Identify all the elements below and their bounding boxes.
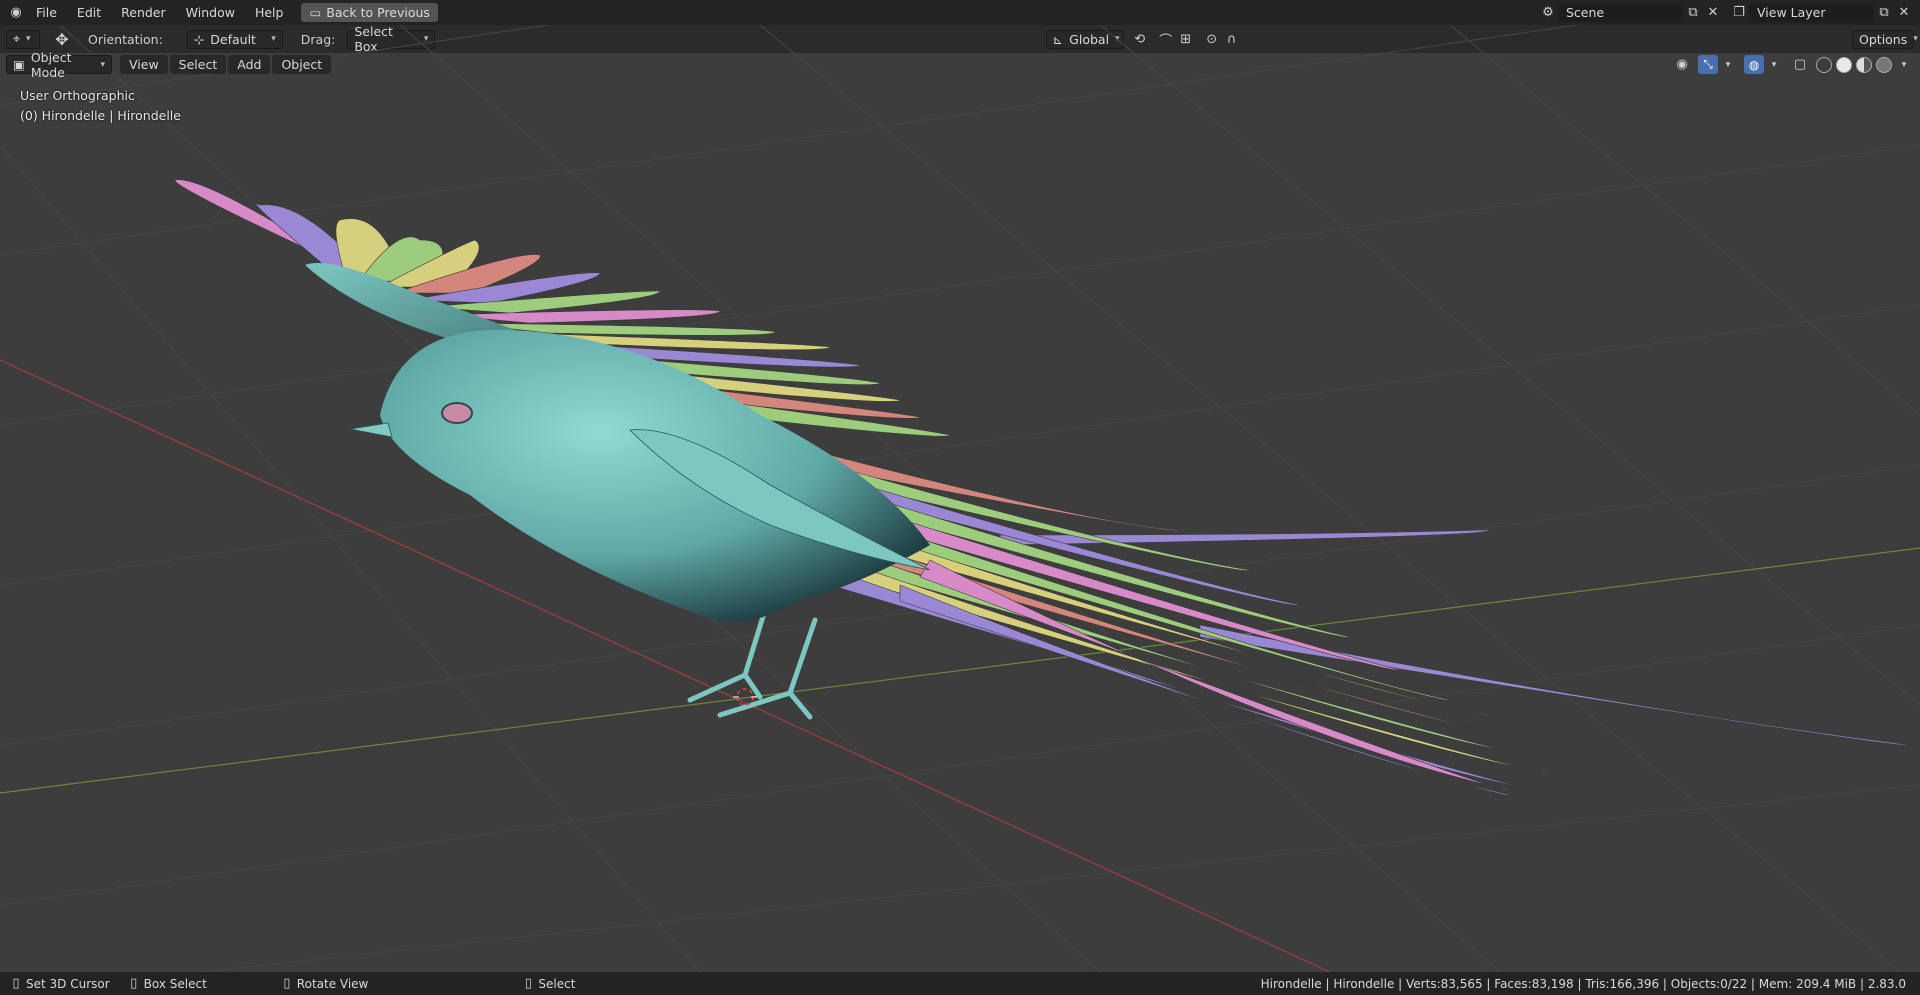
menu-help[interactable]: Help bbox=[245, 0, 294, 25]
solid-shading-icon[interactable] bbox=[1836, 56, 1852, 73]
visibility-eye-icon[interactable]: ◉ bbox=[1672, 55, 1692, 74]
top-menu-bar: ◉ File Edit Render Window Help ▭ Back to… bbox=[0, 0, 1920, 25]
status-rotate-action: Rotate View bbox=[296, 976, 369, 991]
back-to-previous-button[interactable]: ▭ Back to Previous bbox=[301, 3, 438, 22]
status-bar: ▯ Set 3D Cursor ▯ Box Select ▯ Rotate Vi… bbox=[0, 972, 1920, 995]
new-scene-icon[interactable]: ⧉ bbox=[1683, 3, 1703, 22]
view-name-label: User Orthographic bbox=[20, 88, 135, 103]
menu-render[interactable]: Render bbox=[111, 0, 176, 25]
menu-window[interactable]: Window bbox=[176, 0, 245, 25]
scene-selector-icon[interactable]: ⚙ bbox=[1538, 3, 1558, 22]
status-right-action: Select bbox=[538, 976, 576, 991]
gizmo-dropdown-icon[interactable]: ▾ bbox=[1718, 55, 1738, 74]
mode-dropdown[interactable]: ▣ Object Mode ▾ bbox=[6, 50, 112, 80]
blender-logo-icon[interactable]: ◉ bbox=[6, 3, 26, 22]
viewport-menu-view[interactable]: View bbox=[120, 55, 168, 74]
menu-edit[interactable]: Edit bbox=[67, 0, 111, 25]
viewport-menu-object[interactable]: Object bbox=[272, 55, 332, 74]
overlays-toggle-icon[interactable]: ◍ bbox=[1744, 55, 1764, 74]
right-mouse-icon: ▯ bbox=[524, 976, 532, 991]
gizmo-toggle-icon[interactable]: ⤡ bbox=[1698, 55, 1718, 74]
viewport-info-overlay: User Orthographic (0) Hirondelle | Hiron… bbox=[20, 86, 181, 126]
viewport-menu-add[interactable]: Add bbox=[228, 55, 271, 74]
viewport-header: ▣ Object Mode ▾ View Select Add Object ◉ … bbox=[0, 50, 1920, 80]
object-mode-icon: ▣ bbox=[13, 57, 25, 72]
status-left-action: Set 3D Cursor bbox=[26, 976, 110, 991]
bird-body bbox=[380, 329, 930, 623]
shading-dropdown-icon[interactable]: ▾ bbox=[1894, 55, 1914, 74]
wireframe-shading-icon[interactable] bbox=[1816, 56, 1832, 73]
screen-icon: ▭ bbox=[309, 5, 322, 20]
menu-file[interactable]: File bbox=[26, 0, 67, 25]
view-layer-name-field[interactable]: View Layer bbox=[1749, 3, 1874, 22]
scene-statistics: Hirondelle | Hirondelle | Verts:83,565 |… bbox=[1260, 976, 1906, 991]
bird-eye bbox=[441, 402, 473, 424]
material-preview-shading-icon[interactable] bbox=[1856, 56, 1872, 73]
rendered-shading-icon[interactable] bbox=[1876, 56, 1892, 73]
lower-wing-and-tail-feathers bbox=[829, 454, 1911, 796]
status-middle-action: Box Select bbox=[143, 976, 207, 991]
new-view-layer-icon[interactable]: ⧉ bbox=[1874, 3, 1894, 22]
delete-scene-icon[interactable]: ✕ bbox=[1703, 3, 1723, 22]
scene-name-field[interactable]: Scene bbox=[1558, 3, 1683, 22]
floor-grid bbox=[0, 25, 1920, 972]
overlays-dropdown-icon[interactable]: ▾ bbox=[1764, 55, 1784, 74]
object-info-label: (0) Hirondelle | Hirondelle bbox=[20, 108, 181, 123]
bird-beak bbox=[349, 422, 393, 438]
delete-view-layer-icon[interactable]: ✕ bbox=[1894, 3, 1914, 22]
middle-mouse-icon: ▯ bbox=[130, 976, 138, 991]
xray-toggle-icon[interactable]: ▢ bbox=[1790, 55, 1810, 74]
3d-viewport[interactable] bbox=[0, 25, 1920, 972]
view-layer-selector-icon[interactable]: ❐ bbox=[1729, 3, 1749, 22]
rotate-mouse-icon: ▯ bbox=[283, 976, 291, 991]
viewport-menu-select[interactable]: Select bbox=[169, 55, 227, 74]
left-mouse-icon: ▯ bbox=[12, 976, 20, 991]
